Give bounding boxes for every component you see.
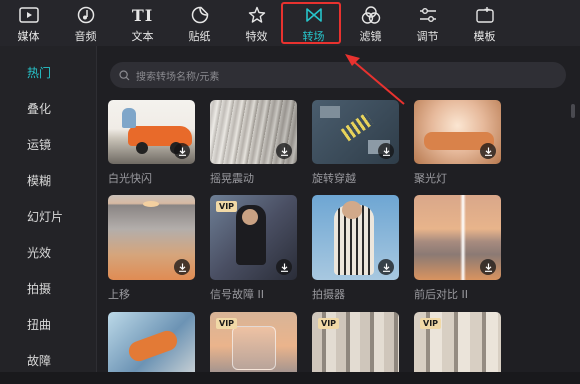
- scrollbar-thumb[interactable]: [571, 104, 575, 118]
- tool-label: 贴纸: [188, 30, 211, 43]
- effects-icon: [247, 6, 267, 24]
- transition-name: 上移: [108, 288, 130, 301]
- transition-name: 前后对比 II: [414, 288, 468, 301]
- category-light[interactable]: 光效: [0, 234, 96, 270]
- search-box[interactable]: 搜索转场名称/元素: [110, 62, 566, 88]
- transition-panel: 媒体 音频 TI 文本 贴纸 特效 转场 滤镜 调节 模板 热门 叠化 运镜 模…: [0, 0, 580, 384]
- bottom-divider: [0, 372, 580, 384]
- download-button[interactable]: [378, 259, 394, 275]
- text-icon-glyph: TI: [131, 5, 154, 25]
- tool-label: 滤镜: [359, 30, 382, 43]
- category-hot[interactable]: 热门: [0, 54, 96, 90]
- download-button[interactable]: [276, 259, 292, 275]
- tool-label: 文本: [131, 30, 154, 43]
- category-camera-move[interactable]: 运镜: [0, 126, 96, 162]
- transition-name: 白光快闪: [108, 172, 152, 185]
- vip-badge: VIP: [216, 201, 238, 212]
- download-button[interactable]: [174, 143, 190, 159]
- transition-card[interactable]: 旋转穿越: [312, 100, 399, 186]
- tool-filter[interactable]: 滤镜: [342, 0, 399, 46]
- category-sidebar: 热门 叠化 运镜 模糊 幻灯片 光效 拍摄 扭曲 故障: [0, 46, 97, 384]
- vip-badge: VIP: [420, 318, 442, 329]
- transition-thumbnail: [414, 100, 501, 164]
- transition-thumbnail: [312, 195, 399, 280]
- text-icon: TI: [131, 5, 154, 25]
- tool-label: 调节: [416, 30, 439, 43]
- transition-card[interactable]: 前后对比 II: [414, 195, 501, 302]
- transition-thumbnail: VIP: [210, 195, 297, 280]
- tool-label: 特效: [245, 30, 268, 43]
- category-dissolve[interactable]: 叠化: [0, 90, 96, 126]
- transition-thumbnail: [312, 100, 399, 164]
- download-button[interactable]: [480, 143, 496, 159]
- download-button[interactable]: [276, 143, 292, 159]
- download-button[interactable]: [378, 143, 394, 159]
- transition-card[interactable]: 聚光灯: [414, 100, 501, 186]
- vip-badge: VIP: [318, 318, 340, 329]
- transition-card[interactable]: 拍摄器: [312, 195, 399, 302]
- active-tool-highlight-box: [281, 2, 341, 44]
- transition-name: 拍摄器: [312, 288, 345, 301]
- transition-card[interactable]: 摇晃震动: [210, 100, 297, 186]
- transition-thumbnail: [210, 100, 297, 164]
- transition-thumbnail: [108, 195, 195, 280]
- sticker-icon: [190, 6, 210, 24]
- transition-name: 聚光灯: [414, 172, 447, 185]
- transition-thumbnail: [414, 195, 501, 280]
- transition-thumbnail: [108, 100, 195, 164]
- transition-card[interactable]: 白光快闪: [108, 100, 195, 186]
- tool-text[interactable]: TI 文本: [114, 0, 171, 46]
- audio-icon: [76, 6, 96, 24]
- tool-adjust[interactable]: 调节: [399, 0, 456, 46]
- category-shoot[interactable]: 拍摄: [0, 270, 96, 306]
- vip-badge: VIP: [216, 318, 238, 329]
- filter-icon: [361, 6, 381, 24]
- tool-label: 媒体: [17, 30, 40, 43]
- category-distort[interactable]: 扭曲: [0, 306, 96, 342]
- tool-media[interactable]: 媒体: [0, 0, 57, 46]
- transition-card[interactable]: 上移: [108, 195, 195, 302]
- media-icon: [18, 6, 39, 24]
- tool-effects[interactable]: 特效: [228, 0, 285, 46]
- search-icon: [119, 66, 130, 85]
- category-slideshow[interactable]: 幻灯片: [0, 198, 96, 234]
- tool-audio[interactable]: 音频: [57, 0, 114, 46]
- download-button[interactable]: [480, 259, 496, 275]
- tool-sticker[interactable]: 贴纸: [171, 0, 228, 46]
- tool-template[interactable]: 模板: [456, 0, 513, 46]
- template-icon: [475, 6, 495, 24]
- transition-grid: 白光快闪 摇晃震动 旋转穿越 聚光灯 上移 VIP 信号故障 II 拍摄器 前后…: [108, 100, 568, 384]
- adjust-icon: [418, 6, 438, 24]
- transition-name: 旋转穿越: [312, 172, 356, 185]
- search-placeholder: 搜索转场名称/元素: [136, 71, 220, 83]
- download-button[interactable]: [174, 259, 190, 275]
- category-blur[interactable]: 模糊: [0, 162, 96, 198]
- transition-name: 信号故障 II: [210, 288, 264, 301]
- tool-label: 音频: [74, 30, 97, 43]
- transition-name: 摇晃震动: [210, 172, 254, 185]
- tool-label: 模板: [473, 30, 496, 43]
- transition-card[interactable]: VIP 信号故障 II: [210, 195, 297, 302]
